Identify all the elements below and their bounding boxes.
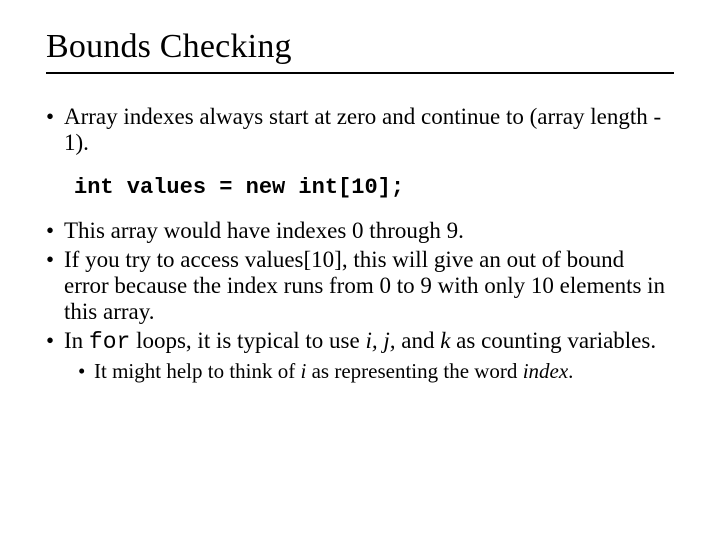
slide-content: • Array indexes always start at zero and… [46,104,674,384]
bullet-text: Array indexes always start at zero and c… [64,104,674,157]
text-fragment: loops, it is typical to use [130,328,365,353]
bullet-text: If you try to access values[10], this wi… [64,247,674,326]
bullet-text: This array would have indexes 0 through … [64,218,674,244]
italic-text: i, j, [365,328,395,353]
text-fragment: as representing the word [306,359,522,383]
bullet-text: In for loops, it is typical to use i, j,… [64,328,674,355]
text-fragment: as counting variables. [450,328,656,353]
bullet-item: • If you try to access values[10], this … [46,247,674,326]
sub-bullet-item: • It might help to think of i as represe… [78,359,674,383]
inline-code: for [89,329,130,355]
bullet-item: • This array would have indexes 0 throug… [46,218,674,244]
text-fragment: and [395,328,440,353]
slide-title: Bounds Checking [46,28,674,66]
slide: Bounds Checking • Array indexes always s… [0,0,720,540]
text-fragment: It might help to think of [94,359,300,383]
sub-bullet-text: It might help to think of i as represent… [94,359,674,383]
bullet-dot-icon: • [46,328,64,355]
text-fragment: In [64,328,89,353]
bullet-dot-icon: • [46,218,64,244]
text-fragment: . [568,359,573,383]
bullet-item: • In for loops, it is typical to use i, … [46,328,674,355]
bullet-item: • Array indexes always start at zero and… [46,104,674,157]
bullet-dot-icon: • [46,104,64,157]
bullet-dot-icon: • [78,359,94,383]
italic-text: index [523,359,568,383]
title-underline [46,72,674,74]
code-example: int values = new int[10]; [74,175,674,200]
bullet-dot-icon: • [46,247,64,326]
italic-text: k [440,328,450,353]
